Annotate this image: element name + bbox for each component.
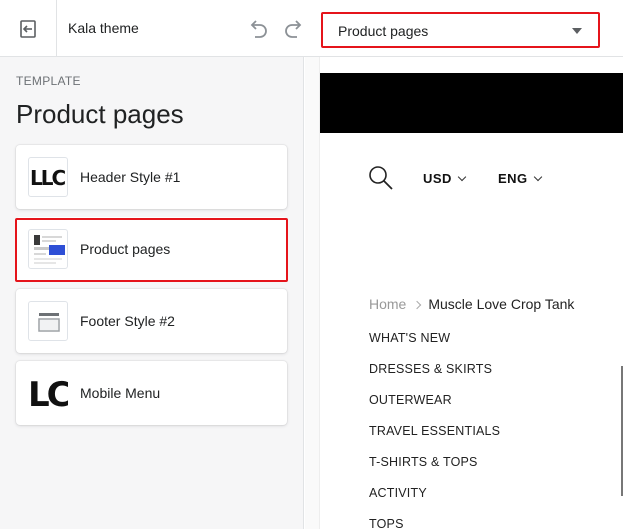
collection-menu: WHAT'S NEW DRESSES & SKIRTS OUTERWEAR TR… bbox=[369, 331, 500, 529]
mobile-menu-thumbnail-logo-text: LC bbox=[28, 375, 68, 413]
exit-icon bbox=[20, 19, 36, 38]
section-product-pages[interactable]: Product pages bbox=[16, 217, 287, 281]
menu-item[interactable]: OUTERWEAR bbox=[369, 393, 500, 424]
product-page-thumbnail-icon bbox=[34, 235, 65, 264]
sidebar-eyebrow: TEMPLATE bbox=[16, 74, 81, 88]
store-preview: USD ENG Home Muscle Love Crop Tank WHAT'S… bbox=[320, 57, 623, 529]
section-label: Header Style #1 bbox=[80, 169, 181, 185]
page-title: Product pages bbox=[16, 99, 184, 129]
template-select[interactable]: Product pages bbox=[321, 12, 600, 48]
template-select-value: Product pages bbox=[338, 23, 429, 39]
breadcrumb-current: Muscle Love Crop Tank bbox=[428, 296, 575, 312]
redo-button[interactable] bbox=[281, 16, 307, 42]
chevron-down-icon bbox=[572, 28, 582, 34]
undo-button[interactable] bbox=[245, 16, 271, 42]
announcement-banner bbox=[320, 73, 623, 133]
menu-item[interactable]: TRAVEL ESSENTIALS bbox=[369, 424, 500, 455]
currency-value: USD bbox=[423, 171, 452, 186]
section-label: Product pages bbox=[80, 241, 171, 257]
currency-selector[interactable]: USD bbox=[423, 171, 467, 186]
section-header-style[interactable]: LLC Header Style #1 bbox=[16, 145, 287, 209]
header-thumbnail-logo-text: LLC bbox=[30, 166, 66, 190]
exit-button[interactable] bbox=[0, 0, 57, 57]
footer-thumbnail-icon bbox=[38, 313, 60, 332]
menu-item[interactable]: DRESSES & SKIRTS bbox=[369, 362, 500, 393]
language-selector[interactable]: ENG bbox=[498, 171, 542, 186]
undo-icon bbox=[250, 20, 267, 38]
search-icon[interactable] bbox=[368, 165, 394, 191]
language-value: ENG bbox=[498, 171, 528, 186]
redo-icon bbox=[285, 20, 302, 38]
chevron-right-icon bbox=[413, 300, 422, 310]
menu-item[interactable]: T-SHIRTS & TOPS bbox=[369, 455, 500, 486]
menu-item[interactable]: WHAT'S NEW bbox=[369, 331, 500, 362]
chevron-down-icon bbox=[457, 172, 467, 182]
section-label: Footer Style #2 bbox=[80, 313, 175, 329]
section-label: Mobile Menu bbox=[80, 385, 161, 401]
breadcrumb: Home Muscle Love Crop Tank bbox=[369, 296, 574, 312]
header-thumbnail: LLC bbox=[28, 157, 68, 197]
preview-scrollbar[interactable] bbox=[305, 57, 320, 529]
breadcrumb-home-link[interactable]: Home bbox=[369, 296, 406, 312]
menu-item[interactable]: TOPS bbox=[369, 517, 500, 529]
mobile-menu-thumbnail: LC bbox=[28, 373, 68, 413]
product-page-thumbnail bbox=[28, 229, 68, 269]
sidebar: TEMPLATE Product pages LLC Header Style … bbox=[0, 57, 304, 529]
editor-topbar: Kala theme Product pages bbox=[0, 0, 623, 57]
section-mobile-menu[interactable]: LC Mobile Menu bbox=[16, 361, 287, 425]
menu-item[interactable]: ACTIVITY bbox=[369, 486, 500, 517]
footer-thumbnail bbox=[28, 301, 68, 341]
section-footer-style[interactable]: Footer Style #2 bbox=[16, 289, 287, 353]
chevron-down-icon bbox=[533, 172, 542, 182]
theme-name: Kala theme bbox=[68, 20, 139, 36]
